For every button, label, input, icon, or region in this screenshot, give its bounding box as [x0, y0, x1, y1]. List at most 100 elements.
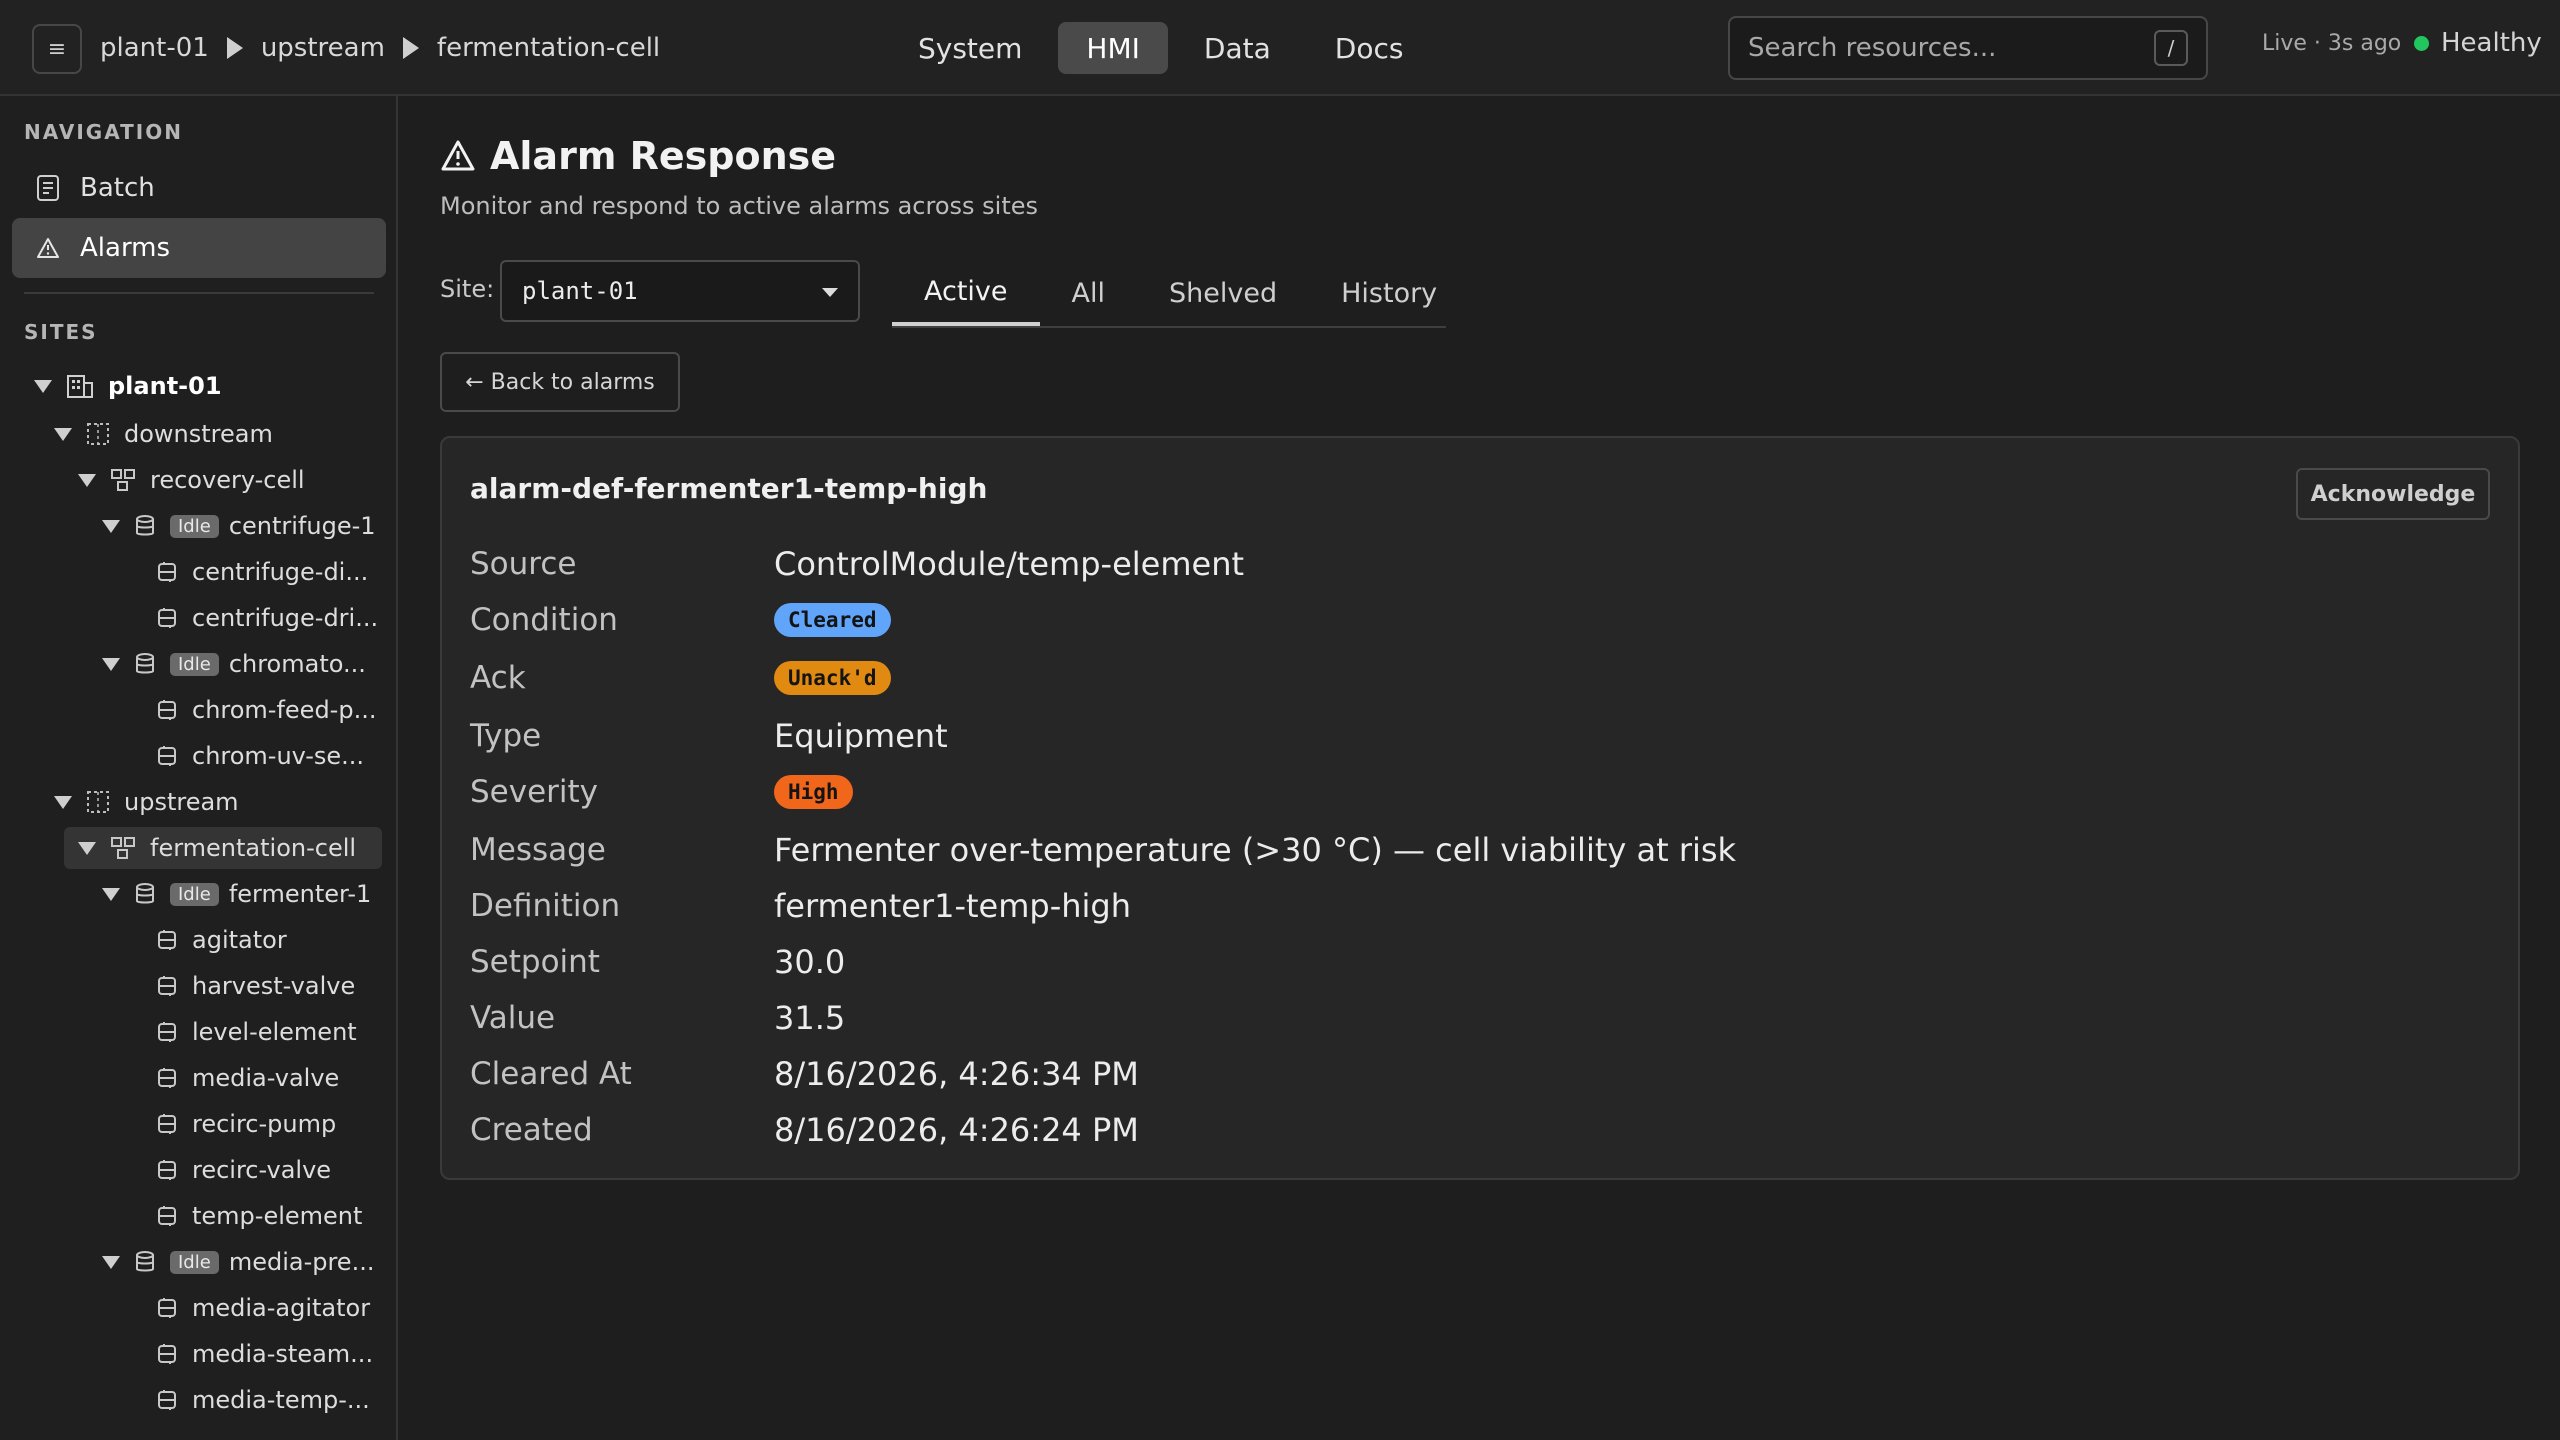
tree-node-label: downstream [124, 420, 273, 448]
page-subtitle: Monitor and respond to active alarms acr… [440, 192, 1038, 220]
tree-node-centrifuge-1[interactable]: Idle centrifuge-1 [102, 505, 376, 547]
unit-icon [134, 652, 156, 676]
caret-down-icon [102, 519, 120, 533]
menu-button[interactable]: ≡ [32, 24, 82, 74]
sidebar: NAVIGATION Batch Alarms SITES plant-01 d… [0, 96, 398, 1440]
area-icon [86, 790, 110, 814]
detail-row-message: Message Fermenter over-temperature (>30 … [470, 824, 1736, 876]
detail-key: Condition [470, 602, 618, 638]
tree-node-label: chromato... [228, 650, 366, 678]
ack-badge: Unack'd [774, 661, 891, 695]
tree-node-module[interactable]: media-valve [156, 1057, 339, 1099]
sidebar-item-batch[interactable]: Batch [12, 158, 386, 218]
tree-node-label: media-pre... [228, 1248, 375, 1276]
caret-down-icon [102, 657, 120, 671]
breadcrumb-item[interactable]: plant-01 [100, 33, 209, 63]
tree-node-label: media-valve [192, 1064, 340, 1092]
caret-down-icon [34, 379, 52, 393]
tree-node-recovery-cell[interactable]: recovery-cell [78, 459, 305, 501]
tree-node-module[interactable]: harvest-valve [156, 965, 355, 1007]
top-bar: ≡ plant-01 upstream fermentation-cell Sy… [0, 0, 2560, 96]
health-label: Healthy [2441, 28, 2542, 58]
sidebar-item-alarms[interactable]: Alarms [12, 218, 386, 278]
area-icon [86, 422, 110, 446]
module-icon [156, 975, 178, 997]
tree-node-downstream[interactable]: downstream [54, 413, 273, 455]
tab-all[interactable]: All [1040, 260, 1137, 326]
tree-node-label: centrifuge-di... [192, 558, 369, 586]
tree-node-module[interactable]: temp-element [156, 1195, 362, 1237]
nav-data[interactable]: Data [1176, 22, 1299, 74]
detail-key: Definition [470, 888, 621, 924]
tab-active[interactable]: Active [892, 260, 1040, 326]
status-badge: Idle [170, 514, 219, 538]
module-icon [156, 1113, 178, 1135]
tree-node-fermentation-cell[interactable]: fermentation-cell [64, 827, 382, 869]
detail-row-setpoint: Setpoint 30.0 [470, 936, 845, 988]
tree-node-chromatography[interactable]: Idle chromato... [102, 643, 366, 685]
tab-shelved[interactable]: Shelved [1137, 260, 1309, 326]
tree-node-module[interactable]: media-agitator [156, 1287, 370, 1329]
breadcrumb-item[interactable]: fermentation-cell [437, 33, 660, 63]
detail-value: fermenter1-temp-high [774, 887, 1132, 925]
caret-down-icon [54, 795, 72, 809]
module-icon [156, 745, 178, 767]
alarm-detail-card: alarm-def-fermenter1-temp-high Acknowled… [440, 436, 2520, 1180]
tree-node-plant-01[interactable]: plant-01 [34, 365, 222, 407]
module-icon [156, 1297, 178, 1319]
navigation-heading: NAVIGATION [24, 120, 183, 144]
detail-key: Ack [470, 660, 526, 696]
tree-node-module[interactable]: media-steam... [156, 1333, 373, 1375]
tree-node-media-prep[interactable]: Idle media-pre... [102, 1241, 374, 1283]
severity-badge: High [774, 775, 853, 809]
breadcrumb: plant-01 upstream fermentation-cell [100, 28, 660, 68]
building-icon [66, 373, 94, 399]
tree-node-module[interactable]: chrom-uv-se... [156, 735, 364, 777]
alarm-name: alarm-def-fermenter1-temp-high [470, 472, 988, 505]
tree-node-module[interactable]: media-temp-... [156, 1379, 370, 1421]
tree-node-module[interactable]: recirc-pump [156, 1103, 336, 1145]
site-label: Site: [440, 275, 495, 303]
site-select[interactable]: plant-01 [500, 260, 860, 322]
tree-node-module[interactable]: agitator [156, 919, 287, 961]
tree-node-label: recirc-valve [192, 1156, 332, 1184]
status-badge: Idle [170, 882, 219, 906]
unit-icon [134, 1250, 156, 1274]
tab-history[interactable]: History [1309, 260, 1469, 326]
tree-node-label: recovery-cell [150, 466, 305, 494]
acknowledge-button[interactable]: Acknowledge [2296, 468, 2490, 520]
alarm-tabs: Active All Shelved History [892, 260, 1446, 328]
tree-node-label: upstream [124, 788, 239, 816]
detail-value: 30.0 [774, 943, 846, 981]
chevron-right-icon [402, 37, 419, 59]
module-icon [156, 1021, 178, 1043]
tree-node-upstream[interactable]: upstream [54, 781, 239, 823]
detail-row-condition: Condition Cleared [470, 594, 891, 646]
tree-node-module[interactable]: chrom-feed-p... [156, 689, 376, 731]
back-to-alarms-button[interactable]: ← Back to alarms [440, 352, 680, 412]
warning-icon [440, 139, 476, 173]
detail-row-source: Source ControlModule/temp-element [470, 538, 1244, 590]
status-dot-icon [2414, 35, 2429, 51]
tree-node-module[interactable]: level-element [156, 1011, 357, 1053]
tree-node-fermenter-1[interactable]: Idle fermenter-1 [102, 873, 371, 915]
module-icon [156, 1205, 178, 1227]
detail-row-definition: Definition fermenter1-temp-high [470, 880, 1131, 932]
tree-node-module[interactable]: centrifuge-di... [156, 551, 368, 593]
caret-down-icon [78, 841, 96, 855]
nav-system[interactable]: System [890, 22, 1050, 74]
unit-icon [134, 882, 156, 906]
nav-docs[interactable]: Docs [1307, 22, 1432, 74]
detail-key: Source [470, 546, 577, 582]
nav-hmi[interactable]: HMI [1058, 22, 1168, 74]
module-icon [156, 1067, 178, 1089]
tree-node-module[interactable]: recirc-valve [156, 1149, 331, 1191]
module-icon [156, 1159, 178, 1181]
tree-node-label: plant-01 [108, 372, 222, 400]
tree-node-label: chrom-feed-p... [192, 696, 377, 724]
detail-row-ack: Ack Unack'd [470, 652, 891, 704]
search-input[interactable] [1748, 18, 2138, 78]
tree-node-label: centrifuge-1 [228, 512, 376, 540]
tree-node-module[interactable]: centrifuge-dri... [156, 597, 378, 639]
breadcrumb-item[interactable]: upstream [261, 33, 385, 63]
